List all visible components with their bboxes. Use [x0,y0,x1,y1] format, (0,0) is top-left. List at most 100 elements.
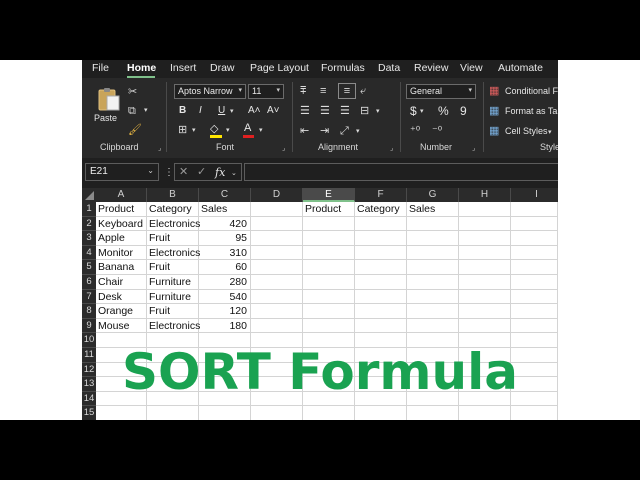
cell[interactable] [407,289,459,305]
cell[interactable] [407,245,459,261]
cell[interactable] [251,289,303,305]
merge-dropdown-icon[interactable]: ▾ [376,106,380,118]
cancel-icon[interactable]: ✕ [179,166,188,178]
cell[interactable] [459,289,511,305]
row-header[interactable]: 3 [82,231,96,246]
data-cell[interactable]: 540 [199,289,251,305]
column-header-g[interactable]: G [407,188,459,202]
data-cell[interactable]: Fruit [147,304,199,319]
data-cell[interactable]: Mouse [96,318,147,334]
cell[interactable] [511,260,558,275]
cell[interactable] [199,406,251,420]
increase-indent-icon[interactable]: ⇥ [320,125,329,137]
increase-decimal-icon[interactable]: ⁺⁰ [410,125,420,137]
cell[interactable] [355,216,407,232]
menu-home[interactable]: Home [127,62,156,74]
italic-button[interactable]: I [199,105,202,116]
bold-button[interactable]: B [179,105,186,116]
align-right-icon[interactable]: ☰ [340,105,350,117]
data-cell[interactable]: Chair [96,275,147,290]
cell[interactable] [355,260,407,275]
merge-center-icon[interactable]: ⊟ [360,105,369,117]
data-cell[interactable]: 420 [199,216,251,232]
cell[interactable] [251,318,303,334]
orientation-icon[interactable]: ⤢ [340,125,349,137]
cell[interactable] [459,245,511,261]
menu-review[interactable]: Review [414,62,448,74]
select-all-corner[interactable] [82,188,96,202]
output-header-cell[interactable]: Product [303,202,355,217]
row-header[interactable]: 9 [82,318,96,334]
column-header-e[interactable]: E [303,188,355,202]
cell[interactable] [251,202,303,217]
menu-data[interactable]: Data [378,62,400,74]
column-header-d[interactable]: D [251,188,303,202]
column-header-f[interactable]: F [355,188,407,202]
cell[interactable] [251,231,303,246]
cell[interactable] [303,216,355,232]
conditional-formatting-icon[interactable]: ▦ [489,85,499,97]
cut-icon[interactable]: ✂ [128,86,137,98]
data-cell[interactable]: Desk [96,289,147,305]
cell[interactable] [511,275,558,290]
header-cell[interactable]: Sales [199,202,251,217]
cell[interactable] [355,289,407,305]
menu-insert[interactable]: Insert [170,62,196,74]
cell[interactable] [511,289,558,305]
name-box[interactable]: E21 ⌄ [85,163,159,181]
cell[interactable] [407,304,459,319]
wrap-text-icon[interactable]: ⤶ [360,85,366,97]
cell[interactable] [303,231,355,246]
column-header-h[interactable]: H [459,188,511,202]
data-cell[interactable]: 95 [199,231,251,246]
insert-function-button[interactable]: fx [215,166,225,179]
format-as-table-icon[interactable]: ▦ [489,105,499,117]
underline-button[interactable]: U [218,105,225,116]
fx-dropdown-icon[interactable]: ⌄ [231,168,237,180]
cell-styles-button[interactable]: Cell Styles [505,126,548,136]
paste-button[interactable]: Paste [94,84,120,124]
cell[interactable] [251,245,303,261]
data-cell[interactable]: 60 [199,260,251,275]
conditional-formatting-button[interactable]: Conditional F [505,86,558,96]
orientation-dropdown-icon[interactable]: ▾ [356,126,360,138]
align-bottom-icon[interactable]: ≡ [338,83,356,99]
header-cell[interactable]: Product [96,202,147,217]
alignment-launcher-icon[interactable]: ⌟ [390,144,393,152]
cell[interactable] [407,275,459,290]
data-cell[interactable]: 180 [199,318,251,334]
menu-automate[interactable]: Automate [498,62,543,74]
data-cell[interactable]: Electronics [147,216,200,232]
enter-icon[interactable]: ✓ [197,166,206,178]
align-middle-icon[interactable]: ≡ [320,85,326,97]
data-cell[interactable]: Apple [96,231,147,246]
formula-input[interactable] [244,163,558,181]
cell[interactable] [511,216,558,232]
cell[interactable] [147,406,199,420]
data-cell[interactable]: Fruit [147,231,199,246]
output-header-cell[interactable]: Sales [407,202,459,217]
data-cell[interactable]: Furniture [147,289,199,305]
borders-icon[interactable]: ⊞ [178,124,187,136]
data-cell[interactable]: Electronics [147,245,200,261]
row-header[interactable]: 2 [82,216,96,232]
grow-font-button[interactable]: A˄ [248,105,261,116]
fill-dropdown-icon[interactable]: ▾ [226,125,230,137]
row-header[interactable]: 5 [82,260,96,275]
cell[interactable] [303,289,355,305]
cell[interactable] [511,304,558,319]
currency-button[interactable]: $ [410,104,417,118]
cell[interactable] [459,216,511,232]
cell[interactable] [511,245,558,261]
cell[interactable] [96,406,147,420]
column-header-i[interactable]: I [511,188,558,202]
data-cell[interactable]: 310 [199,245,251,261]
underline-dropdown-icon[interactable]: ▾ [230,106,234,118]
align-left-icon[interactable]: ☰ [300,105,310,117]
menu-draw[interactable]: Draw [210,62,235,74]
cell[interactable] [459,318,511,334]
shrink-font-button[interactable]: A˅ [267,105,280,116]
cell[interactable] [407,216,459,232]
format-painter-icon[interactable]: 🖌 [128,124,142,136]
comma-button[interactable]: 9 [460,104,467,118]
